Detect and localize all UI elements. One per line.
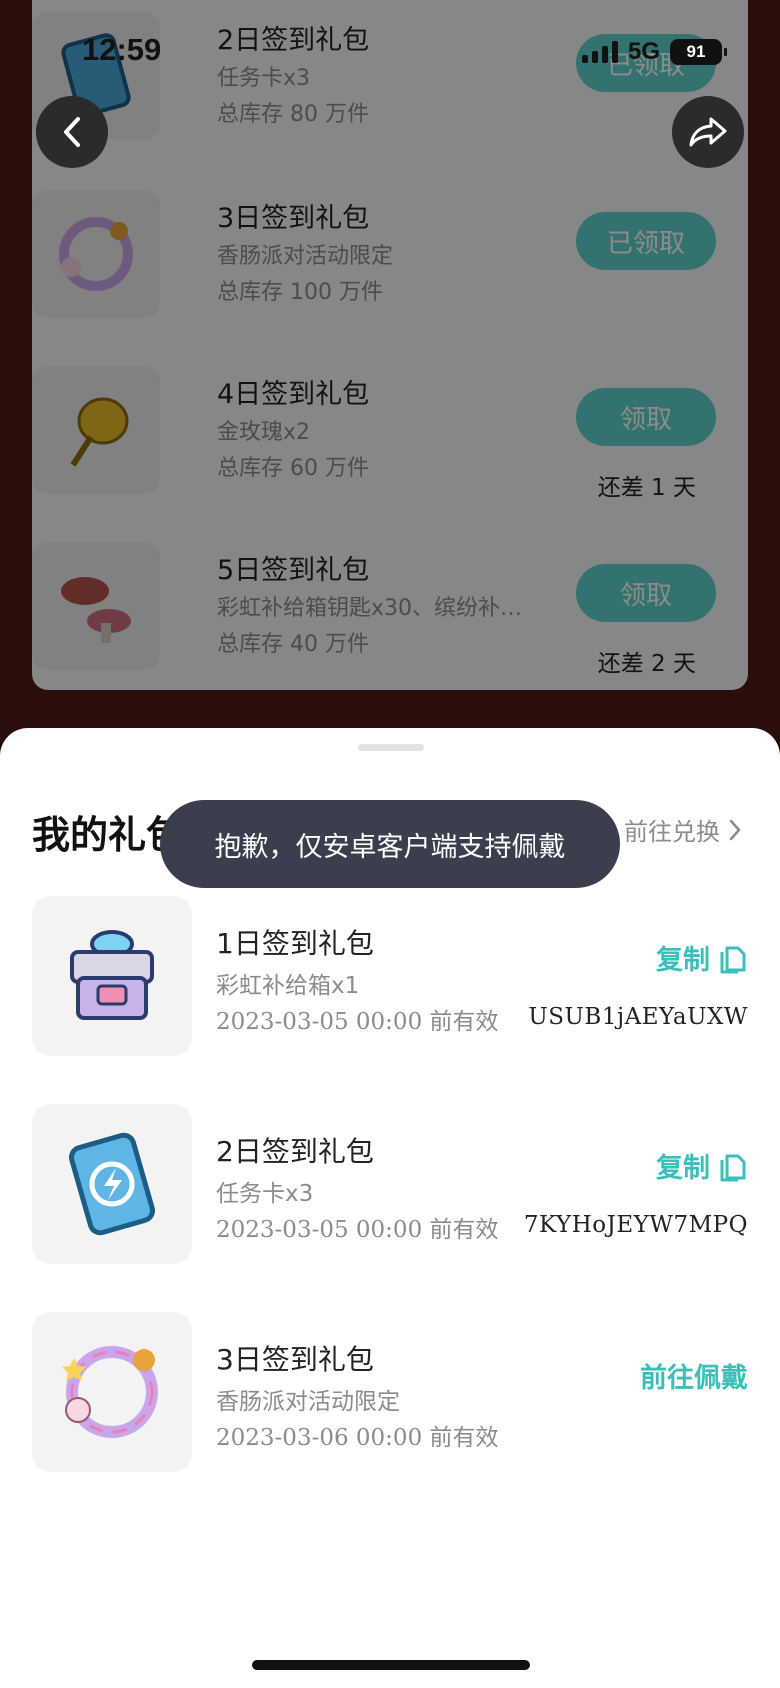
copy-button[interactable]: 复制 (656, 1146, 748, 1185)
gift-row: 2日签到礼包 任务卡x3 2023-03-05 00:00 前有效 复制 7KY… (0, 1104, 780, 1264)
status-time: 12:59 (82, 32, 162, 67)
copy-button[interactable]: 复制 (656, 938, 748, 977)
chevron-left-icon (64, 117, 80, 147)
copy-icon (720, 946, 746, 973)
chevron-right-icon (729, 819, 741, 840)
gift-title: 2日签到礼包 (216, 1135, 374, 1168)
gift-item: 香肠派对活动限定 (216, 1389, 400, 1415)
back-button[interactable] (36, 96, 108, 168)
rainbow-box-thumbnail (32, 896, 192, 1056)
redeem-link[interactable]: 前往兑换 (624, 812, 742, 847)
signal-icon (581, 41, 618, 63)
gift-code: 7KYHoJEYW7MPQ (523, 1212, 748, 1238)
gift-title: 3日签到礼包 (216, 1343, 374, 1376)
modal-overlay[interactable] (0, 0, 780, 760)
battery-icon: 91 (670, 39, 727, 65)
gift-row: 1日签到礼包 彩虹补给箱x1 2023-03-05 00:00 前有效 复制 U… (0, 896, 780, 1056)
avatar-frame-thumbnail (32, 1312, 192, 1472)
gift-item: 任务卡x3 (216, 1181, 314, 1207)
go-wear-button[interactable]: 前往佩戴 (640, 1356, 748, 1395)
redeem-link-label: 前往兑换 (624, 818, 720, 846)
network-label: 5G (627, 38, 660, 65)
home-indicator[interactable] (252, 1660, 530, 1670)
gift-validity: 2023-03-05 00:00 前有效 (216, 1217, 499, 1243)
gift-row: 3日签到礼包 香肠派对活动限定 2023-03-06 00:00 前有效 前往佩… (0, 1312, 780, 1472)
gift-validity: 2023-03-06 00:00 前有效 (216, 1425, 499, 1451)
status-icons: 5G 91 (581, 38, 727, 66)
gift-item: 彩虹补给箱x1 (216, 973, 360, 999)
copy-label: 复制 (656, 945, 710, 976)
share-icon (689, 117, 727, 147)
sheet-handle[interactable] (358, 744, 424, 751)
share-button[interactable] (672, 96, 744, 168)
gift-validity: 2023-03-05 00:00 前有效 (216, 1009, 499, 1035)
gift-code: USUB1jAEYaUXW (528, 1004, 748, 1030)
task-card-thumbnail (32, 1104, 192, 1264)
copy-icon (720, 1154, 746, 1181)
toast-message: 抱歉，仅安卓客户端支持佩戴 (160, 800, 620, 888)
copy-label: 复制 (656, 1153, 710, 1184)
gift-title: 1日签到礼包 (216, 927, 374, 960)
